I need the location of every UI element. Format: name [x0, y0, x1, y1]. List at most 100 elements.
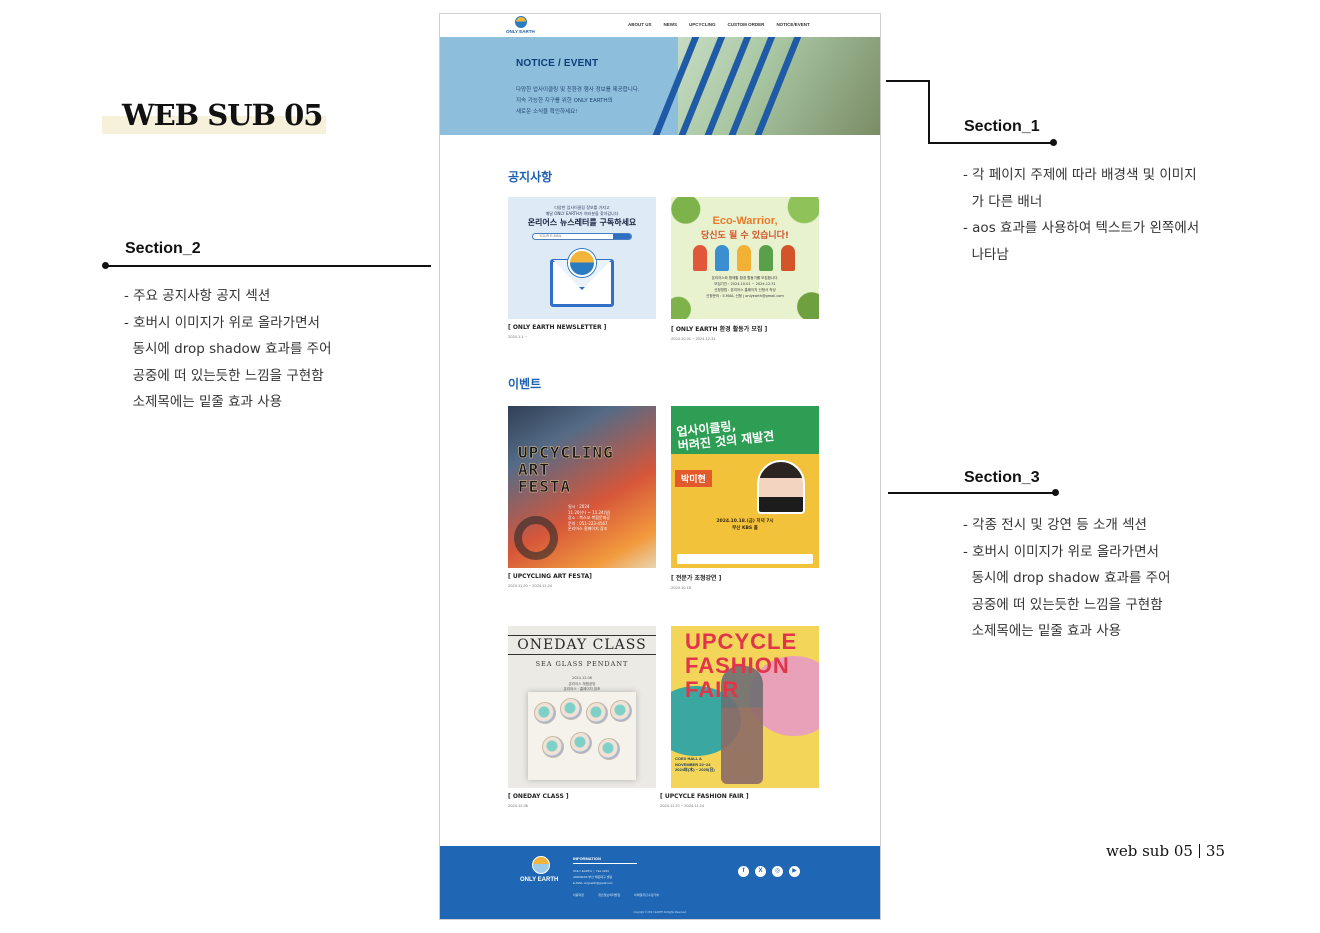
people-illustration — [693, 245, 797, 271]
site-header: ONLY EARTH ABOUT US NEWS UPCYCLING CUSTO… — [440, 14, 880, 37]
sea-glass-pendant — [570, 732, 592, 754]
page-num: 35 — [1205, 842, 1225, 860]
eco-poster-sub: 당신도 될 수 있습니다! — [700, 231, 790, 241]
event-card-lecture[interactable]: 업사이클링, 버려진 것의 재발견 박미현 2024.10.18.(금) 저녁 … — [671, 406, 819, 590]
notice-card-newsletter[interactable]: 다양한 업사이클링 정보를 가지고 매달 ONLY EARTH가 여러분을 찾아… — [508, 197, 656, 339]
newsletter-poster-lines: 다양한 업사이클링 정보를 가지고 매달 ONLY EARTH가 여러분을 찾아… — [545, 205, 619, 216]
page-number: web sub 05 35 — [1106, 842, 1225, 860]
globe-icon — [532, 856, 550, 874]
card-date: 2024.11.20 ~ 2024.11.24 — [508, 583, 553, 588]
card-caption: [ ONLY EARTH 환경 활동가 모집 ] — [671, 326, 768, 333]
section3-notes: - 각종 전시 및 강연 등 소개 섹션 - 호버시 이미지가 위로 올라가면서… — [963, 517, 1171, 639]
youtube-icon[interactable]: ▶ — [789, 866, 800, 877]
section1-heading: Section_1 — [964, 118, 1040, 135]
site-logo[interactable]: ONLY EARTH — [506, 16, 536, 36]
footer-logo[interactable]: ONLY EARTH — [520, 856, 564, 888]
fashion-fair-poster: UPCYCLE FASHION FAIR COEX HALL A NOVEMBE… — [671, 626, 819, 788]
event-title: 이벤트 — [508, 377, 542, 391]
globe-icon — [568, 249, 596, 277]
nav-upcycling[interactable]: UPCYCLING — [689, 22, 716, 27]
sea-glass-pendant — [586, 702, 608, 724]
fair-poster-title: UPCYCLE FASHION FAIR — [685, 629, 798, 702]
newsletter-poster-title: 온리어스 뉴스레터를 구독하세요 — [527, 218, 637, 227]
sea-glass-pendant — [542, 736, 564, 758]
section1-line — [928, 142, 1054, 144]
tire-image — [514, 516, 558, 560]
person-figure — [715, 245, 729, 271]
site-footer: ONLY EARTH INFORMATION ONLY EARTH | TEL … — [440, 846, 880, 919]
card-date: 2024.12.06 — [508, 803, 529, 808]
footer-logo-text: ONLY EARTH — [520, 877, 559, 883]
section3-dot — [1052, 489, 1059, 496]
nav-news[interactable]: NEWS — [664, 22, 678, 27]
section3-line — [888, 492, 1056, 494]
event-card-oneday-class[interactable]: ONEDAY CLASS SEA GLASS PENDANT 2024.12.0… — [508, 626, 656, 808]
footer-divider — [573, 863, 637, 864]
section1-notes: - 각 페이지 주제에 따라 배경색 및 이미지 가 다른 배너 - aos 효… — [963, 167, 1200, 263]
footer-link-privacy[interactable]: 개인정보처리방침 — [598, 893, 620, 897]
instagram-icon[interactable]: ◎ — [772, 866, 783, 877]
section1-connector — [886, 80, 930, 82]
facebook-icon[interactable]: f — [738, 866, 749, 877]
newsletter-poster: 다양한 업사이클링 정보를 가지고 매달 ONLY EARTH가 여러분을 찾아… — [508, 197, 656, 319]
nav-about-us[interactable]: ABOUT US — [628, 22, 652, 27]
section1-dot — [1050, 139, 1057, 146]
section2-heading: Section_2 — [125, 240, 201, 257]
page-title-wrap: WEB SUB 05 — [102, 98, 326, 134]
section3-heading: Section_3 — [964, 469, 1040, 486]
sea-glass-pendant — [560, 698, 582, 720]
oneday-class-poster: ONEDAY CLASS SEA GLASS PENDANT 2024.12.0… — [508, 626, 656, 788]
person-figure — [759, 245, 773, 271]
page-title: WEB SUB 05 — [122, 98, 323, 132]
nav-notice-event[interactable]: NOTICE/EVENT — [776, 22, 809, 27]
section1-connector-vertical — [928, 80, 930, 144]
section2-notes: - 주요 공지사항 공지 섹션 - 호버시 이미지가 위로 올라가면서 동시에 … — [124, 288, 332, 410]
footer-link-terms[interactable]: 이용약관 — [573, 893, 584, 897]
event-card-fashion-fair[interactable]: UPCYCLE FASHION FAIR COEX HALL A NOVEMBE… — [660, 626, 819, 808]
event-card-art-festa[interactable]: UPCYCLING ART FESTA 일시 : 2024 11.20(수) ~… — [508, 406, 656, 588]
card-caption: [ ONEDAY CLASS ] — [508, 793, 569, 800]
hero-text: 다양한 업사이클링 및 친환경 행사 정보를 제공합니다. 지속 가능한 지구를… — [516, 87, 640, 115]
social-links: f X ◎ ▶ — [738, 866, 800, 877]
sponsor-strip — [677, 554, 813, 564]
sea-glass-pendant — [598, 738, 620, 760]
festa-poster-info: 일시 : 2024 11.20(수) ~ 11.24(일) 장소 : 복스꼬 복… — [568, 504, 611, 531]
person-figure — [693, 245, 707, 271]
lecture-poster-info: 2024.10.18.(금) 저녁 7시 부산 KBS 홀 — [716, 519, 774, 531]
speaker-photo — [757, 460, 805, 514]
main-nav: ABOUT US NEWS UPCYCLING CUSTOM ORDER NOT… — [628, 22, 810, 27]
card-date: 2024.10.18 — [671, 585, 692, 590]
eco-warrior-poster: Eco-Warrior, 당신도 될 수 있습니다! 온리어스와 함께할 환경 … — [671, 197, 819, 319]
art-festa-poster: UPCYCLING ART FESTA 일시 : 2024 11.20(수) ~… — [508, 406, 656, 568]
card-caption: [ UPCYCLING ART FESTA] — [508, 573, 592, 580]
footer-link-email-policy[interactable]: 이메일무단수집거부 — [634, 893, 659, 897]
card-caption: [ ONLY EARTH NEWSLETTER ] — [508, 324, 607, 331]
class-poster-title: ONEDAY CLASS — [508, 635, 656, 655]
card-date: 2024.10.01 ~ 2024.12.31 — [671, 336, 716, 341]
notice-card-eco-warrior[interactable]: Eco-Warrior, 당신도 될 수 있습니다! 온리어스와 함께할 환경 … — [671, 197, 819, 341]
website-mockup: ONLY EARTH ABOUT US NEWS UPCYCLING CUSTO… — [439, 13, 881, 920]
footer-links: 이용약관 개인정보처리방침 이메일무단수집거부 — [573, 893, 659, 897]
x-icon[interactable]: X — [755, 866, 766, 877]
newsletter-email-field: YOUR E-MAIL — [532, 233, 632, 240]
festa-poster-title: UPCYCLING ART FESTA — [518, 443, 614, 496]
hero-banner: NOTICE / EVENT 다양한 업사이클링 및 친환경 행사 정보를 제공… — [440, 37, 880, 135]
class-poster-info: 2024.12.06 온리어스 체험공방 온리어스 · 홈페이지 참조 — [563, 676, 601, 691]
page-label: web sub 05 — [1106, 842, 1193, 860]
footer-info: ONLY EARTH | TEL 1234 ADDRESS 부산 해운대구 센텀… — [573, 869, 613, 885]
eco-poster-info: 온리어스와 함께할 환경 활동가를 모집합니다. 모집기간 : 2024.10.… — [706, 276, 784, 298]
sea-glass-pendant — [534, 702, 556, 724]
fair-poster-info: COEX HALL A NOVEMBER 22~24 2024年(木) ~ 20… — [675, 756, 715, 772]
lecture-poster: 업사이클링, 버려진 것의 재발견 박미현 2024.10.18.(금) 저녁 … — [671, 406, 819, 568]
nav-custom-order[interactable]: CUSTOM ORDER — [728, 22, 765, 27]
person-figure — [737, 245, 751, 271]
globe-icon — [515, 16, 527, 28]
person-figure — [781, 245, 795, 271]
card-caption: [ UPCYCLE FASHION FAIR ] — [660, 793, 749, 800]
sea-glass-tray — [528, 692, 636, 780]
card-caption: [ 전문가 초청강연 ] — [671, 575, 722, 582]
sea-glass-pendant — [610, 700, 632, 722]
notice-title: 공지사항 — [508, 170, 553, 184]
card-date: 2024.1.1 ~ — [508, 334, 528, 339]
footer-copyright: Copyright © ONLY EARTH All Rights Reserv… — [633, 911, 687, 914]
